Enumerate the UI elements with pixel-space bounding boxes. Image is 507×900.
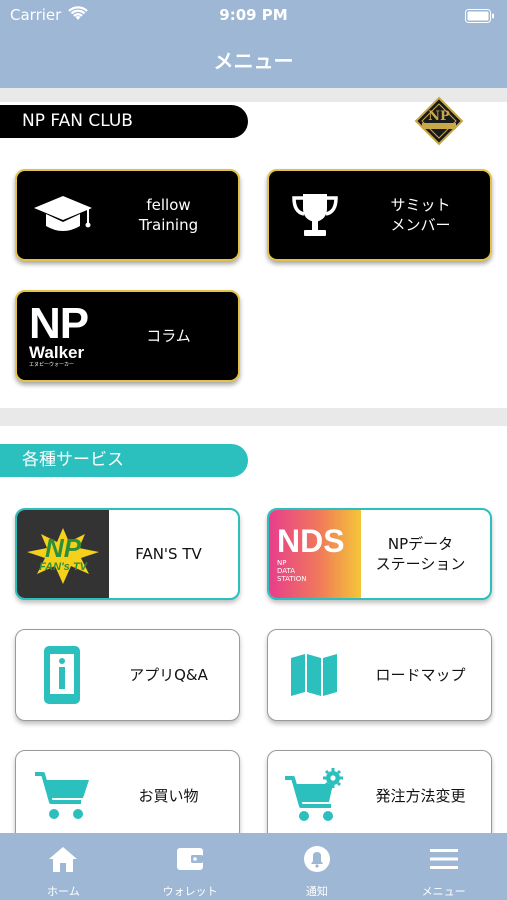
hamburger-icon [428,845,460,877]
page-title: メニュー [213,49,294,73]
shopping-label: お買い物 [138,787,199,805]
clock: 9:09 PM [219,6,288,24]
tab-notifications[interactable]: 通知 [254,833,381,900]
fans-tv-button[interactable]: NP FAN's TV FAN'S TV [15,508,240,600]
summit-member-button[interactable]: サミット メンバー [267,169,492,261]
summit-member-label: サミット メンバー [390,196,451,234]
np-data-station-button[interactable]: NDS NP DATA STATION NPデータ ステーション [267,508,492,600]
fan-club-section: NP FAN CLUB NP fellow Training サミット メンバー… [0,96,507,408]
roadmap-label: ロードマップ [375,666,466,684]
np-data-station-label: NPデータ ステーション [375,535,466,573]
section-divider [0,408,507,426]
order-method-label: 発注方法変更 [375,787,466,805]
tab-wallet-label: ウォレット [162,885,218,898]
column-button[interactable]: NP Walker エヌピーウォーカー コラム [15,290,240,382]
np-logo: NP [414,96,464,146]
roadmap-button[interactable]: ロードマップ [267,629,492,721]
battery-icon [465,8,495,27]
fans-tv-label: FAN'S TV [135,545,202,563]
home-icon [47,845,79,877]
info-phone-icon [16,630,108,720]
nav-bar: メニュー [0,32,507,88]
column-label: コラム [146,327,191,345]
trophy-icon [269,171,361,259]
app-qa-button[interactable]: アプリQ&A [15,629,240,721]
cart-icon [16,751,108,841]
services-section: 各種サービス NP FAN's TV FAN'S TV NDS NP DATA … [0,426,507,842]
wallet-icon [174,845,206,877]
services-header: 各種サービス [0,444,248,477]
np-walker-logo: NP Walker エヌピーウォーカー [29,298,89,368]
fellow-training-label: fellow Training [138,196,199,234]
tab-home-label: ホーム [47,885,80,898]
shopping-button[interactable]: お買い物 [15,750,240,842]
graduation-cap-icon [17,171,109,259]
fellow-training-button[interactable]: fellow Training [15,169,240,261]
tab-wallet[interactable]: ウォレット [127,833,254,900]
np-logo-text: NP [428,109,450,124]
status-bar: Carrier 9:09 PM [0,0,507,32]
fan-club-header: NP FAN CLUB [0,105,248,138]
tab-menu-label: メニュー [421,885,466,898]
tab-notifications-label: 通知 [305,885,328,898]
tab-home[interactable]: ホーム [0,833,127,900]
tab-bar: ホーム ウォレット 通知 メニュー [0,833,507,900]
map-icon [268,630,360,720]
fans-tv-logo: NP FAN's TV [17,510,109,598]
nds-logo: NDS NP DATA STATION [269,510,361,598]
order-method-button[interactable]: 発注方法変更 [267,750,492,842]
cart-gear-icon [268,751,360,841]
tab-menu[interactable]: メニュー [380,833,507,900]
bell-icon [301,845,333,877]
app-qa-label: アプリQ&A [129,666,208,684]
